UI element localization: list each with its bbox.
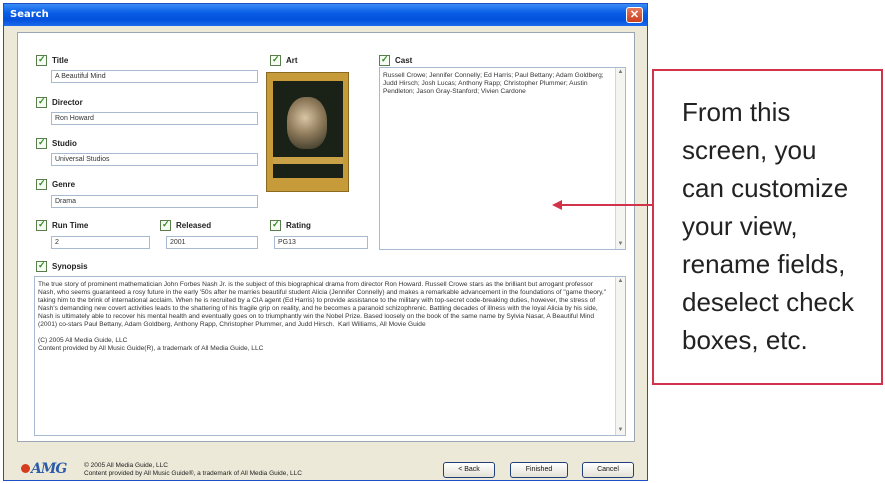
synopsis-textarea[interactable]: The true story of prominent mathematicia…: [34, 276, 626, 436]
genre-label: Genre: [52, 180, 76, 189]
director-checkbox[interactable]: [36, 96, 47, 108]
cast-scrollbar[interactable]: ▲ ▼: [615, 68, 625, 249]
cast-label: Cast: [395, 56, 413, 65]
title-bar[interactable]: Search ✕: [4, 4, 647, 26]
released-label: Released: [176, 221, 212, 230]
cast-text: Russell Crowe; Jennifer Connelly; Ed Har…: [383, 72, 606, 95]
callout-line: screen, you: [682, 135, 817, 165]
released-field[interactable]: 2001: [166, 236, 258, 249]
callout-line: deselect check: [682, 287, 854, 317]
dialog-footer: AMG © 2005 All Media Guide, LLC Content …: [4, 453, 647, 479]
rating-checkbox[interactable]: [270, 219, 281, 231]
title-field[interactable]: A Beautiful Mind: [51, 70, 258, 83]
scroll-up-icon[interactable]: ▲: [616, 68, 625, 77]
runtime-field[interactable]: 2: [51, 236, 150, 249]
studio-checkbox[interactable]: [36, 137, 47, 149]
synopsis-label: Synopsis: [52, 262, 88, 271]
title-checkbox[interactable]: [36, 54, 47, 66]
callout-line: boxes, etc.: [682, 325, 808, 355]
close-icon: ✕: [629, 9, 640, 21]
runtime-checkbox[interactable]: [36, 219, 47, 231]
director-label: Director: [52, 98, 83, 107]
studio-field[interactable]: Universal Studios: [51, 153, 258, 166]
director-field[interactable]: Ron Howard: [51, 112, 258, 125]
scroll-down-icon[interactable]: ▼: [616, 240, 625, 249]
art-label: Art: [286, 56, 298, 65]
search-dialog: Search ✕ Title A Beautiful Mind Director…: [3, 3, 648, 481]
rating-field[interactable]: PG13: [274, 236, 368, 249]
close-button[interactable]: ✕: [626, 7, 643, 23]
released-checkbox[interactable]: [160, 219, 171, 231]
scroll-up-icon[interactable]: ▲: [616, 277, 625, 286]
synopsis-text: The true story of prominent mathematicia…: [38, 281, 607, 352]
callout-arrow-line: [560, 204, 652, 206]
cast-checkbox[interactable]: [379, 54, 390, 66]
title-label: Title: [52, 56, 69, 65]
synopsis-scrollbar[interactable]: ▲ ▼: [615, 277, 625, 435]
cancel-button[interactable]: Cancel: [582, 462, 634, 478]
finished-button[interactable]: Finished: [510, 462, 568, 478]
window-title: Search: [10, 9, 49, 20]
callout-line: can customize: [682, 173, 849, 203]
runtime-label: Run Time: [52, 221, 89, 230]
studio-label: Studio: [52, 139, 77, 148]
rating-label: Rating: [286, 221, 311, 230]
amg-logo: AMG: [21, 461, 83, 477]
callout-box: From this screen, you can customize your…: [652, 69, 883, 385]
copyright-text: © 2005 All Media Guide, LLC Content prov…: [84, 462, 302, 477]
callout-line: From this: [682, 97, 791, 127]
genre-field[interactable]: Drama: [51, 195, 258, 208]
scroll-down-icon[interactable]: ▼: [616, 426, 625, 435]
cover-art-image: [266, 72, 349, 192]
art-checkbox[interactable]: [270, 54, 281, 66]
synopsis-checkbox[interactable]: [36, 260, 47, 272]
back-button[interactable]: < Back: [443, 462, 495, 478]
callout-line: your view,: [682, 211, 798, 241]
callout-line: rename fields,: [682, 249, 846, 279]
genre-checkbox[interactable]: [36, 178, 47, 190]
cast-textarea[interactable]: Russell Crowe; Jennifer Connelly; Ed Har…: [379, 67, 626, 250]
